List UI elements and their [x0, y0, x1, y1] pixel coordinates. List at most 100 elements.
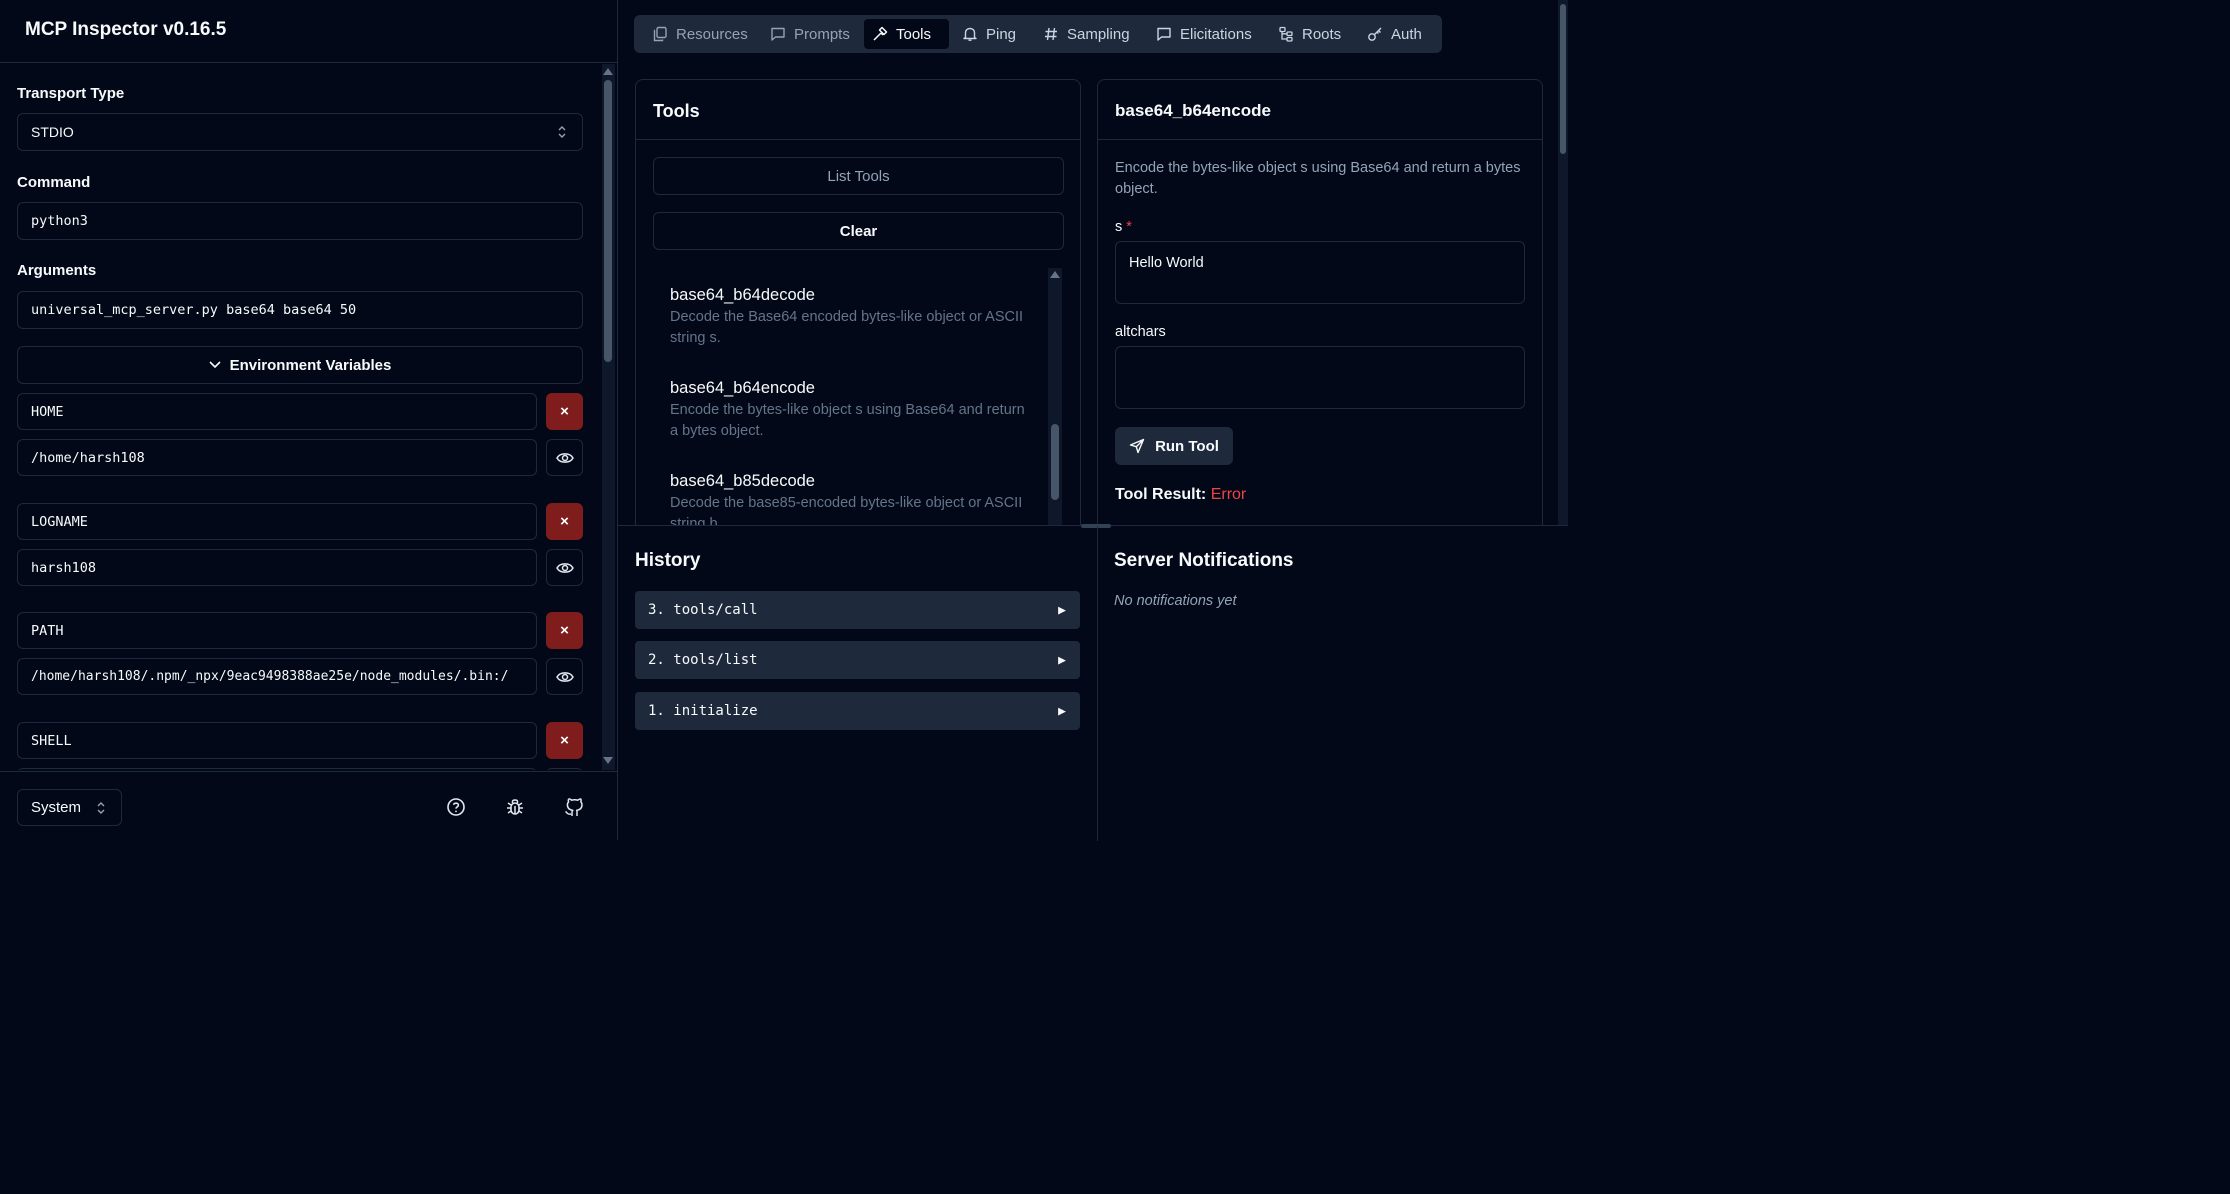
tool-result-heading: Tool Result: Error [1115, 486, 1246, 504]
env-value-input[interactable] [17, 768, 537, 770]
help-circle-icon [447, 798, 465, 816]
bottom-panel: History 3. tools/call ▶ 2. tools/list ▶ … [618, 524, 1568, 841]
github-button[interactable] [563, 796, 585, 818]
env-value-input[interactable]: harsh108 [17, 549, 537, 586]
notifications-section: Server Notifications No notifications ye… [1098, 526, 1568, 841]
scrollbar-thumb[interactable] [1560, 4, 1566, 154]
message-square-icon [1157, 27, 1171, 41]
param-s-input[interactable]: Hello World [1115, 241, 1525, 304]
divider [1098, 139, 1542, 140]
tool-item[interactable]: base64_b85decode Decode the base85-encod… [670, 472, 1030, 526]
divider [636, 139, 1080, 140]
env-value-input[interactable]: /home/harsh108 [17, 439, 537, 476]
help-button[interactable] [445, 796, 467, 818]
history-item[interactable]: 1. initialize ▶ [635, 692, 1080, 730]
history-item[interactable]: 2. tools/list ▶ [635, 641, 1080, 679]
tool-name: base64_b85decode [670, 472, 815, 490]
environment-variables-toggle[interactable]: Environment Variables [17, 346, 583, 384]
history-item-label: 3. tools/call [648, 602, 758, 618]
required-mark: * [1126, 219, 1132, 235]
param-name: s [1115, 219, 1123, 235]
tool-item[interactable]: base64_b64encode Encode the bytes-like o… [670, 379, 1030, 442]
delete-env-button[interactable]: × [546, 393, 583, 430]
environment-variables-label: Environment Variables [229, 356, 392, 374]
tab-label: Ping [986, 25, 1017, 43]
clear-button[interactable]: Clear [653, 212, 1064, 250]
toggle-visibility-button[interactable] [546, 439, 583, 476]
delete-env-button[interactable]: × [546, 503, 583, 540]
theme-value: System [31, 799, 82, 816]
sidebar-footer: System [0, 771, 617, 840]
tab-label: Elicitations [1180, 25, 1252, 43]
scrollbar-thumb[interactable] [1051, 424, 1059, 500]
tab-prompts[interactable]: Prompts [762, 19, 858, 49]
tab-bar: Resources Prompts Tools Ping Sampling El… [634, 15, 1442, 53]
files-icon [653, 26, 667, 42]
scroll-up-arrow[interactable] [603, 68, 613, 75]
close-icon: × [560, 403, 569, 420]
list-tools-button[interactable]: List Tools [653, 157, 1064, 195]
param-s-label: s * [1115, 219, 1132, 235]
tab-roots[interactable]: Roots [1270, 19, 1349, 49]
tab-sampling[interactable]: Sampling [1035, 19, 1138, 49]
toggle-visibility-button[interactable] [546, 768, 583, 770]
tool-name: base64_b64decode [670, 286, 815, 304]
expand-icon: ▶ [1058, 652, 1066, 668]
tool-item[interactable]: base64_b64decode Decode the Base64 encod… [670, 286, 1030, 349]
tab-ping[interactable]: Ping [954, 19, 1024, 49]
tab-auth[interactable]: Auth [1359, 19, 1430, 49]
tab-tools[interactable]: Tools [864, 19, 949, 49]
close-icon: × [560, 732, 569, 749]
sidebar-scrollbar[interactable] [602, 64, 615, 770]
sidebar: MCP Inspector v0.16.5 Transport Type STD… [0, 0, 618, 840]
tab-label: Sampling [1067, 25, 1130, 43]
tool-list: base64_b64decode Decode the Base64 encod… [653, 268, 1047, 526]
scroll-down-arrow[interactable] [603, 757, 613, 764]
debug-button[interactable] [504, 796, 526, 818]
close-icon: × [560, 513, 569, 530]
tools-panel: Tools List Tools Clear base64_b64decode … [635, 79, 1081, 539]
delete-env-button[interactable]: × [546, 612, 583, 649]
tool-list-scrollbar[interactable] [1048, 268, 1062, 526]
tool-result-status: Error [1210, 486, 1247, 503]
param-altchars-input[interactable] [1115, 346, 1525, 409]
toggle-visibility-button[interactable] [546, 658, 583, 695]
chevrons-up-down-icon [558, 126, 566, 138]
env-scroll-clip: SHELL × [0, 700, 600, 770]
tool-name: base64_b64encode [670, 379, 815, 397]
env-key-input[interactable]: PATH [17, 612, 537, 649]
arguments-input[interactable]: universal_mcp_server.py base64 base64 50 [17, 291, 583, 329]
chevron-down-icon [209, 361, 221, 369]
tool-description: Decode the base85-encoded bytes-like obj… [670, 495, 1023, 526]
tool-result-label: Tool Result: [1115, 486, 1207, 503]
toggle-visibility-button[interactable] [546, 549, 583, 586]
history-item[interactable]: 3. tools/call ▶ [635, 591, 1080, 629]
env-key-input[interactable]: HOME [17, 393, 537, 430]
bug-icon [507, 799, 523, 815]
sidebar-header: MCP Inspector v0.16.5 [0, 0, 617, 63]
scroll-up-arrow[interactable] [1050, 271, 1060, 278]
tools-panel-title: Tools [653, 101, 700, 121]
main-scrollbar[interactable] [1558, 0, 1568, 525]
tool-description: Encode the bytes-like object s using Bas… [670, 402, 1025, 439]
env-key-input[interactable]: SHELL [17, 722, 537, 759]
tab-label: Auth [1391, 25, 1422, 43]
app-title: MCP Inspector v0.16.5 [25, 19, 227, 40]
close-icon: × [560, 622, 569, 639]
tool-detail-description: Encode the bytes-like object s using Bas… [1115, 160, 1521, 197]
transport-type-value: STDIO [31, 124, 74, 140]
env-value-input[interactable]: /home/harsh108/.npm/_npx/9eac9498388ae25… [17, 658, 537, 695]
command-input[interactable]: python3 [17, 202, 583, 240]
tab-elicitations[interactable]: Elicitations [1148, 19, 1260, 49]
arguments-label: Arguments [17, 262, 97, 279]
run-tool-button[interactable]: Run Tool [1115, 427, 1233, 465]
transport-type-select[interactable]: STDIO [17, 113, 583, 151]
env-key-input[interactable]: LOGNAME [17, 503, 537, 540]
scrollbar-thumb[interactable] [604, 80, 612, 362]
theme-select[interactable]: System [17, 789, 122, 826]
github-icon [565, 798, 583, 816]
delete-env-button[interactable]: × [546, 722, 583, 759]
history-item-label: 1. initialize [648, 703, 758, 719]
tab-label: Roots [1302, 25, 1342, 43]
tab-resources[interactable]: Resources [644, 19, 756, 49]
